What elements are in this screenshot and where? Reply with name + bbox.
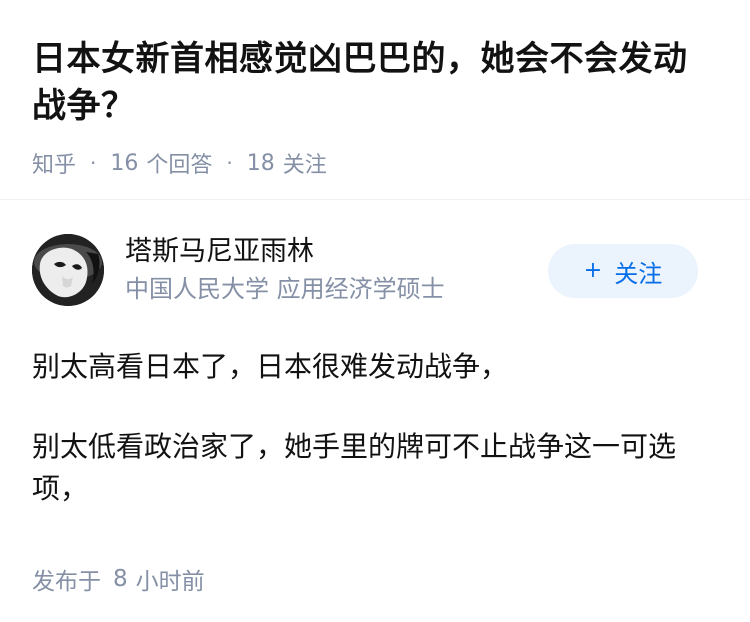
plus-icon: + (583, 258, 603, 283)
publish-time-suffix: 小时前 (135, 569, 205, 595)
author-info: 塔斯马尼亚雨林 中国人民大学 应用经济学硕士 (125, 234, 445, 307)
author-name[interactable]: 塔斯马尼亚雨林 (125, 234, 445, 270)
author-headline: 中国人民大学 应用经济学硕士 (125, 275, 445, 303)
meta-separator: · (90, 151, 97, 175)
question-header: 日本女新首相感觉凶巴巴的，她会不会发动战争？ 知乎 · 16 个回答 · 18 … (0, 0, 750, 200)
answer-content[interactable]: 别太高看日本了，日本很难发动战争， 别太低看政治家了，她手里的牌可不止战争这一可… (32, 346, 718, 510)
question-title[interactable]: 日本女新首相感觉凶巴巴的，她会不会发动战争？ (32, 36, 718, 130)
page: 日本女新首相感觉凶巴巴的，她会不会发动战争？ 知乎 · 16 个回答 · 18 … (0, 0, 750, 622)
follower-count: 18 (246, 150, 275, 176)
answer-paragraph: 别太低看政治家了，她手里的牌可不止战争这一可选项， (32, 430, 677, 505)
meta-separator: · (226, 151, 233, 175)
mask-avatar-icon[interactable] (32, 234, 104, 306)
publish-time-prefix: 发布于 (32, 569, 101, 595)
follower-count-unit[interactable]: 关注 (283, 147, 327, 179)
publish-time-count: 8 (113, 566, 128, 592)
publish-time: 发布于 8 小时前 (32, 562, 718, 596)
follow-button-label: 关注 (614, 259, 663, 288)
answer-card: 塔斯马尼亚雨林 中国人民大学 应用经济学硕士 + 关注 别太高看日本了，日本很难… (0, 234, 750, 596)
author-row: 塔斯马尼亚雨林 中国人民大学 应用经济学硕士 + 关注 (32, 234, 718, 342)
answer-count-unit[interactable]: 个回答 (146, 147, 212, 179)
follow-button[interactable]: + 关注 (548, 244, 698, 298)
answer-count: 16 (110, 150, 139, 176)
avatar-image (32, 234, 104, 306)
source-label[interactable]: 知乎 (32, 147, 76, 179)
answer-paragraph: 别太高看日本了，日本很难发动战争， (32, 350, 509, 383)
question-meta: 知乎 · 16 个回答 · 18 关注 (32, 147, 718, 179)
